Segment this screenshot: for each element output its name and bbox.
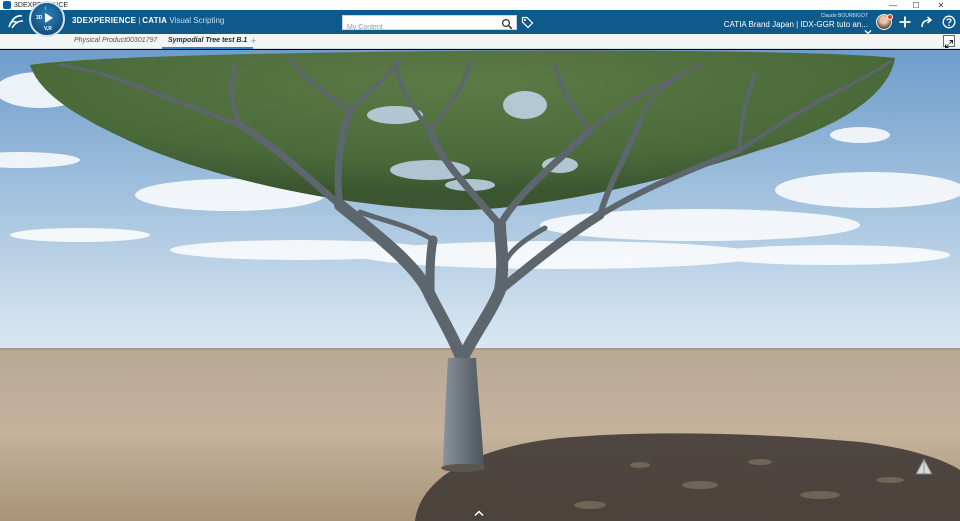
brand-3dexperience: 3DEXPERIENCE xyxy=(72,16,137,25)
notification-badge xyxy=(887,14,893,20)
tab-bar: Physical Product00301797 Sympodial Tree … xyxy=(0,34,960,49)
app-logo-icon xyxy=(3,1,11,9)
brand-separator: | xyxy=(138,16,141,25)
search-icon[interactable] xyxy=(501,17,513,30)
close-button[interactable]: ✕ xyxy=(930,0,952,10)
plus-icon[interactable] xyxy=(898,15,912,29)
share-icon[interactable] xyxy=(920,15,934,29)
help-icon[interactable] xyxy=(942,15,956,29)
maximize-button[interactable]: ☐ xyxy=(905,0,927,10)
search-box xyxy=(342,15,517,34)
tag-icon[interactable] xyxy=(521,16,534,29)
chevron-up-icon[interactable] xyxy=(474,509,484,517)
compass-widget[interactable]: i 3D V,R xyxy=(29,1,65,37)
chevron-down-icon[interactable] xyxy=(864,23,872,35)
compass-top-label: i xyxy=(45,6,47,12)
avatar[interactable] xyxy=(876,14,893,30)
user-context[interactable]: Claude BOURBIGOT CATIA Brand Japan | IDX… xyxy=(724,13,868,29)
app-brand: 3DEXPERIENCE | CATIA Visual Scripting xyxy=(72,16,224,25)
search-input[interactable] xyxy=(343,21,493,34)
add-tab-button[interactable]: + xyxy=(251,34,256,48)
brand-catia: CATIA xyxy=(142,16,168,25)
tab-sympodial-tree[interactable]: Sympodial Tree test B.1 xyxy=(162,34,254,49)
collab-space: CATIA Brand Japan | IDX-GGR tuto an... xyxy=(723,20,868,29)
scene-render xyxy=(0,50,960,521)
ds-logo-icon[interactable] xyxy=(6,13,26,31)
tab-physical-product[interactable]: Physical Product00301797 xyxy=(74,34,157,49)
window-title-bar: 3DEXPERIENCE — ☐ ✕ xyxy=(0,0,960,10)
play-icon xyxy=(45,13,53,23)
3d-viewport[interactable] xyxy=(0,50,960,521)
minimize-button[interactable]: — xyxy=(882,0,904,10)
navigation-cone-icon[interactable] xyxy=(914,458,934,476)
compass-3d-label: 3D xyxy=(36,15,43,21)
expand-icon[interactable] xyxy=(943,35,955,48)
top-bar: 3DEXPERIENCE|CATIA Visual Scripting Clau… xyxy=(0,10,960,35)
compass-vr-label: V,R xyxy=(44,26,52,32)
app-name: Visual Scripting xyxy=(169,16,225,25)
user-name: Claude BOURBIGOT xyxy=(820,13,868,19)
